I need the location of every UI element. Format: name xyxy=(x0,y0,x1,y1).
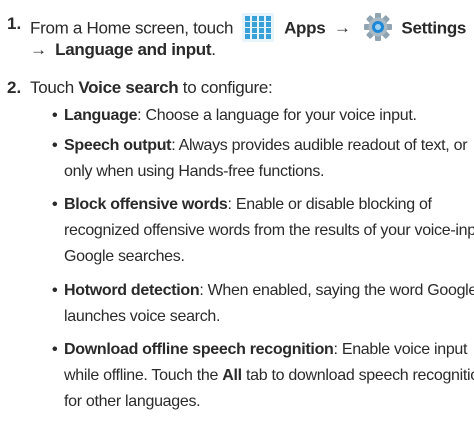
step-number: 2. xyxy=(7,78,22,97)
all-tab-label: All xyxy=(222,367,242,384)
step-1: 1. From a Home screen, touch Apps → Sett… xyxy=(0,12,474,64)
bullet: • xyxy=(52,341,58,358)
bullet-term: Speech output xyxy=(64,137,172,154)
bullet-line: only when using Hands-free functions. xyxy=(64,163,325,180)
step-2: 2. Touch Voice search to configure: xyxy=(0,78,474,102)
bullet-line: launches voice search. xyxy=(64,308,221,325)
configure-text: to configure: xyxy=(182,78,273,97)
period: . xyxy=(211,40,216,59)
arrow-icon: → xyxy=(30,40,47,59)
apps-label: Apps xyxy=(284,18,326,38)
bullet: • xyxy=(52,107,58,124)
touch-text: Touch xyxy=(30,78,74,97)
bullet-line: while offline. Touch the All tab to down… xyxy=(64,367,474,384)
step-1-text: From a Home screen, touch xyxy=(30,18,234,38)
bullet-term: Block offensive words xyxy=(64,196,228,213)
bullet-line: Speech output: Always provides audible r… xyxy=(64,137,468,154)
step-number: 1. xyxy=(7,14,22,33)
bullet-line: Block offensive words: Enable or disable… xyxy=(64,196,432,213)
bullet: • xyxy=(52,196,58,213)
settings-gear-icon xyxy=(363,12,393,42)
step-2-line: Touch Voice search to configure: xyxy=(30,78,273,98)
bullet-line: Language: Choose a language for your voi… xyxy=(64,107,417,124)
apps-grid-icon xyxy=(241,12,274,42)
bullet-term: Download offline speech recognition xyxy=(64,341,334,358)
bullet-line: Hotword detection: When enabled, saying … xyxy=(64,282,474,299)
arrow-icon: → xyxy=(333,18,351,38)
bullet: • xyxy=(52,137,58,154)
bullet-line: Google searches. xyxy=(64,248,185,265)
voice-search-label: Voice search xyxy=(78,78,179,97)
bullet-line: Download offline speech recognition: Ena… xyxy=(64,341,468,358)
settings-label: Settings xyxy=(401,18,467,38)
bullet-term: Language xyxy=(64,107,138,124)
bullet: • xyxy=(52,282,58,299)
bullet-line: for other languages. xyxy=(64,393,201,410)
bullet-line: recognized offensive words from the resu… xyxy=(64,222,474,239)
language-input-label: Language and input xyxy=(55,40,212,59)
step-1-line-2: → Language and input. xyxy=(30,40,216,60)
bullet-term: Hotword detection xyxy=(64,282,200,299)
